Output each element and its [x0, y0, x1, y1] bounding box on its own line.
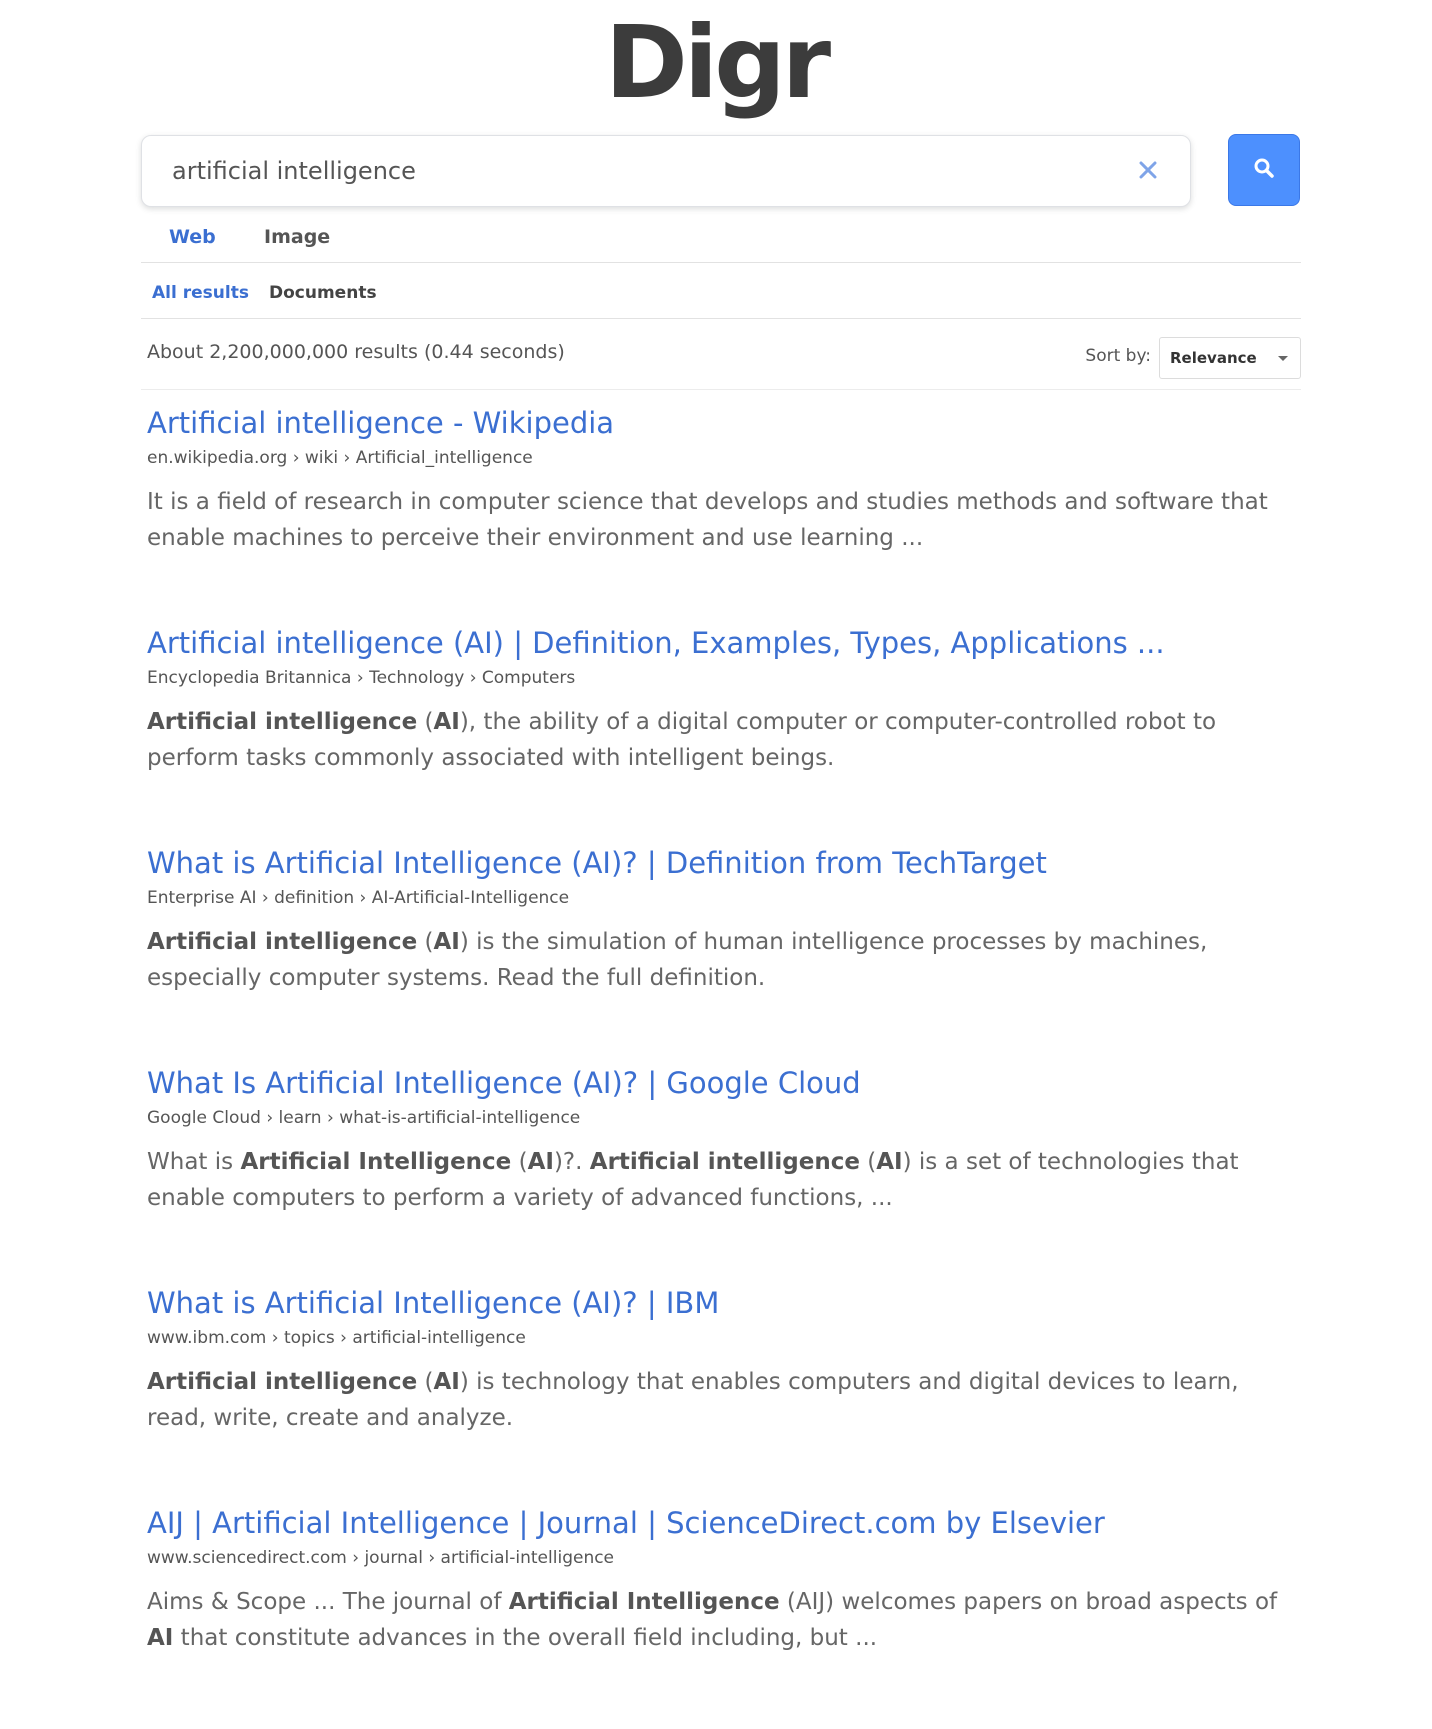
sort-select[interactable]: Relevance [1159, 337, 1301, 379]
result-item: What is Artificial Intelligence (AI)? | … [147, 844, 1287, 1064]
search-input[interactable] [172, 136, 1112, 206]
result-snippet: Artificial intelligence (AI) is the simu… [147, 924, 1287, 996]
snippet-text: Aims & Scope ... The journal of [147, 1589, 509, 1615]
result-snippet: What is Artificial Intelligence (AI)?. A… [147, 1144, 1287, 1216]
snippet-text: )?. [553, 1149, 590, 1175]
snippet-highlight: AI [433, 929, 460, 955]
snippet-text: It is a field of research in computer sc… [147, 489, 1268, 551]
search-box [141, 135, 1191, 207]
result-item: Artificial intelligence - Wikipedia en.w… [147, 404, 1287, 624]
snippet-text: (AIJ) welcomes papers on broad aspects o… [779, 1589, 1278, 1615]
snippet-text: that constitute advances in the overall … [173, 1625, 878, 1651]
result-title-link[interactable]: Artificial intelligence - Wikipedia [147, 404, 1287, 442]
close-icon[interactable] [1134, 156, 1162, 184]
tab-web[interactable]: Web [169, 226, 216, 248]
result-stats: About 2,200,000,000 results (0.44 second… [147, 341, 565, 363]
result-snippet: Artificial intelligence (AI) is technolo… [147, 1364, 1287, 1436]
result-title-link[interactable]: What is Artificial Intelligence (AI)? | … [147, 1284, 1287, 1322]
snippet-highlight: AI [876, 1149, 903, 1175]
search-button[interactable] [1228, 134, 1300, 206]
chevron-down-icon [1278, 356, 1288, 361]
result-title-link[interactable]: Artificial intelligence (AI) | Definitio… [147, 624, 1287, 662]
stats-row: About 2,200,000,000 results (0.44 second… [141, 319, 1301, 390]
snippet-highlight: Artificial intelligence [589, 1149, 860, 1175]
results-list: Artificial intelligence - Wikipedia en.w… [147, 404, 1287, 1724]
result-url: Encyclopedia Britannica › Technology › C… [147, 668, 576, 688]
filter-tabs: All results Documents [141, 263, 1301, 319]
result-snippet: Aims & Scope ... The journal of Artifici… [147, 1584, 1287, 1656]
snippet-highlight: Artificial Intelligence [508, 1589, 780, 1615]
result-snippet: It is a field of research in computer sc… [147, 484, 1287, 556]
snippet-highlight: AI [527, 1149, 554, 1175]
result-title-link[interactable]: What is Artificial Intelligence (AI)? | … [147, 844, 1287, 882]
snippet-highlight: Artificial intelligence [147, 709, 418, 735]
result-url: en.wikipedia.org › wiki › Artificial_int… [147, 448, 533, 468]
result-title-link[interactable]: What Is Artificial Intelligence (AI)? | … [147, 1064, 1287, 1102]
snippet-highlight: Artificial intelligence [147, 1369, 418, 1395]
result-url: www.sciencedirect.com › journal › artifi… [147, 1548, 615, 1568]
snippet-text: ( [859, 1149, 877, 1175]
result-item: Artificial intelligence (AI) | Definitio… [147, 624, 1287, 844]
result-title-link[interactable]: AIJ | Artificial Intelligence | Journal … [147, 1504, 1287, 1542]
search-icon [1252, 156, 1276, 184]
sort-label: Sort by: [1085, 346, 1151, 366]
snippet-text: ( [417, 709, 434, 735]
result-url: Enterprise AI › definition › AI-Artifici… [147, 888, 570, 908]
result-item: What Is Artificial Intelligence (AI)? | … [147, 1064, 1287, 1284]
result-url: www.ibm.com › topics › artificial-intell… [147, 1328, 526, 1348]
snippet-highlight: AI [147, 1625, 174, 1651]
result-item: What is Artificial Intelligence (AI)? | … [147, 1284, 1287, 1504]
result-snippet: Artificial intelligence (AI), the abilit… [147, 704, 1287, 776]
snippet-highlight: Artificial intelligence [147, 929, 418, 955]
logo: Digr [604, 4, 831, 121]
snippet-highlight: AI [433, 1369, 460, 1395]
snippet-highlight: AI [433, 709, 460, 735]
sort-value: Relevance [1170, 349, 1257, 367]
tab-image[interactable]: Image [264, 226, 330, 248]
subtab-all-results[interactable]: All results [152, 283, 249, 303]
subtab-documents[interactable]: Documents [269, 283, 377, 303]
snippet-text: What is [147, 1149, 241, 1175]
result-item: AIJ | Artificial Intelligence | Journal … [147, 1504, 1287, 1724]
snippet-highlight: Artificial Intelligence [240, 1149, 512, 1175]
search-type-tabs: Web Image [141, 212, 1301, 263]
snippet-text: ( [417, 929, 434, 955]
result-url: Google Cloud › learn › what-is-artificia… [147, 1108, 581, 1128]
snippet-text: ( [511, 1149, 528, 1175]
snippet-text: ( [417, 1369, 434, 1395]
